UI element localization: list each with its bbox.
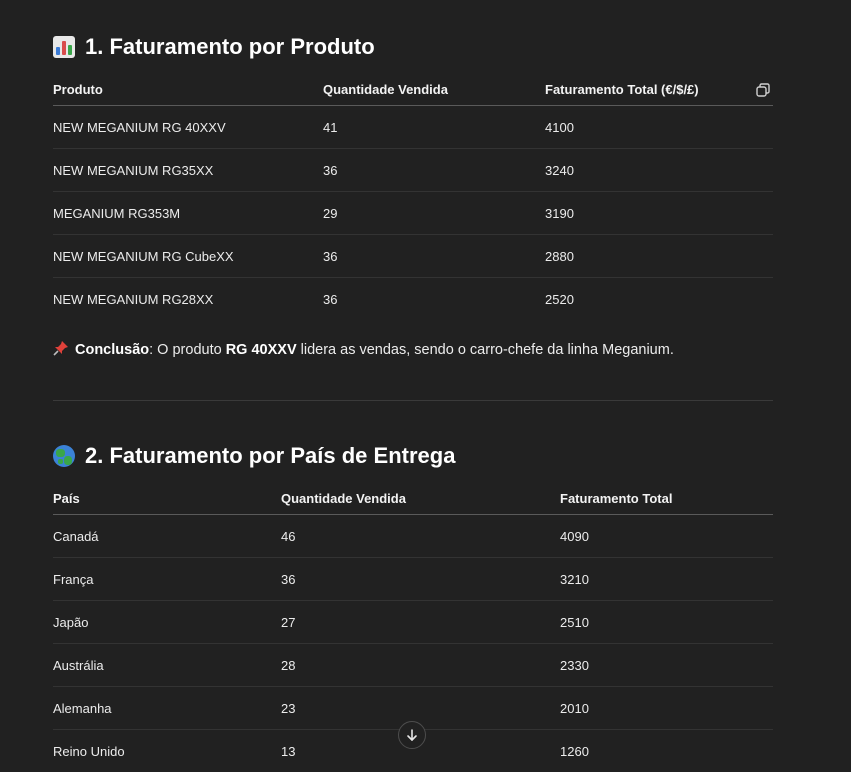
table-row: MEGANIUM RG353M 29 3190 [53, 192, 773, 235]
column-header: Produto [53, 74, 323, 106]
bar-chart-icon [53, 36, 75, 58]
table-header-row: Produto Quantidade Vendida Faturamento T… [53, 74, 773, 106]
column-header: País [53, 483, 281, 515]
table-cell: MEGANIUM RG353M [53, 192, 323, 235]
table-cell: 28 [281, 644, 560, 687]
table-cell: Austrália [53, 644, 281, 687]
column-header: Quantidade Vendida [281, 483, 560, 515]
table-cell: Japão [53, 601, 281, 644]
table-cell: 36 [323, 149, 545, 192]
section-title-text: 1. Faturamento por Produto [85, 34, 375, 60]
table-cell: 2010 [560, 687, 773, 730]
table-cell: NEW MEGANIUM RG 40XXV [53, 106, 323, 149]
column-header: Faturamento Total (€/$/£) [545, 74, 773, 106]
column-header: Faturamento Total [560, 483, 773, 515]
product-revenue-table: Produto Quantidade Vendida Faturamento T… [53, 74, 773, 320]
table-cell: 36 [323, 278, 545, 321]
section-heading-pais: 2. Faturamento por País de Entrega [53, 443, 455, 469]
column-header: Quantidade Vendida [323, 74, 545, 106]
arrow-down-icon [405, 728, 419, 742]
table-cell: 2880 [545, 235, 773, 278]
scroll-to-bottom-button[interactable] [398, 721, 426, 749]
table-row: França 36 3210 [53, 558, 773, 601]
table-cell: 27 [281, 601, 560, 644]
table-cell: Alemanha [53, 687, 281, 730]
table-cell: 4100 [545, 106, 773, 149]
conclusion-text: : O produto [149, 342, 226, 358]
globe-icon [53, 445, 75, 467]
table-cell: 2520 [545, 278, 773, 321]
table-cell: Reino Unido [53, 730, 281, 772]
table-cell: 4090 [560, 515, 773, 558]
table-cell: 3240 [545, 149, 773, 192]
table-row: Canadá 46 4090 [53, 515, 773, 558]
table-row: Japão 27 2510 [53, 601, 773, 644]
conclusion-paragraph: Conclusão: O produto RG 40XXV lidera as … [53, 340, 674, 358]
table-cell: 41 [323, 106, 545, 149]
table-row: NEW MEGANIUM RG CubeXX 36 2880 [53, 235, 773, 278]
conclusion-text: lidera as vendas, sendo o carro-chefe da… [297, 342, 674, 358]
pushpin-icon [53, 340, 69, 356]
table-header-row: País Quantidade Vendida Faturamento Tota… [53, 483, 773, 515]
table-cell: 3210 [560, 558, 773, 601]
table-row: NEW MEGANIUM RG 40XXV 41 4100 [53, 106, 773, 149]
table-row: Austrália 28 2330 [53, 644, 773, 687]
table-row: NEW MEGANIUM RG28XX 36 2520 [53, 278, 773, 321]
table-cell: NEW MEGANIUM RG35XX [53, 149, 323, 192]
table-cell: Canadá [53, 515, 281, 558]
table-cell: 36 [323, 235, 545, 278]
table-cell: 36 [281, 558, 560, 601]
table-cell: 2330 [560, 644, 773, 687]
table-row: NEW MEGANIUM RG35XX 36 3240 [53, 149, 773, 192]
conclusion-highlight: RG 40XXV [226, 342, 297, 358]
section-title-text: 2. Faturamento por País de Entrega [85, 443, 455, 469]
table-cell: 2510 [560, 601, 773, 644]
table-cell: NEW MEGANIUM RG CubeXX [53, 235, 323, 278]
table-cell: 29 [323, 192, 545, 235]
table-cell: 3190 [545, 192, 773, 235]
table-cell: França [53, 558, 281, 601]
section-divider [53, 400, 773, 401]
table-cell: 1260 [560, 730, 773, 772]
table-cell: NEW MEGANIUM RG28XX [53, 278, 323, 321]
table-cell: 46 [281, 515, 560, 558]
conclusion-label: Conclusão [75, 342, 149, 358]
section-heading-produto: 1. Faturamento por Produto [53, 34, 375, 60]
